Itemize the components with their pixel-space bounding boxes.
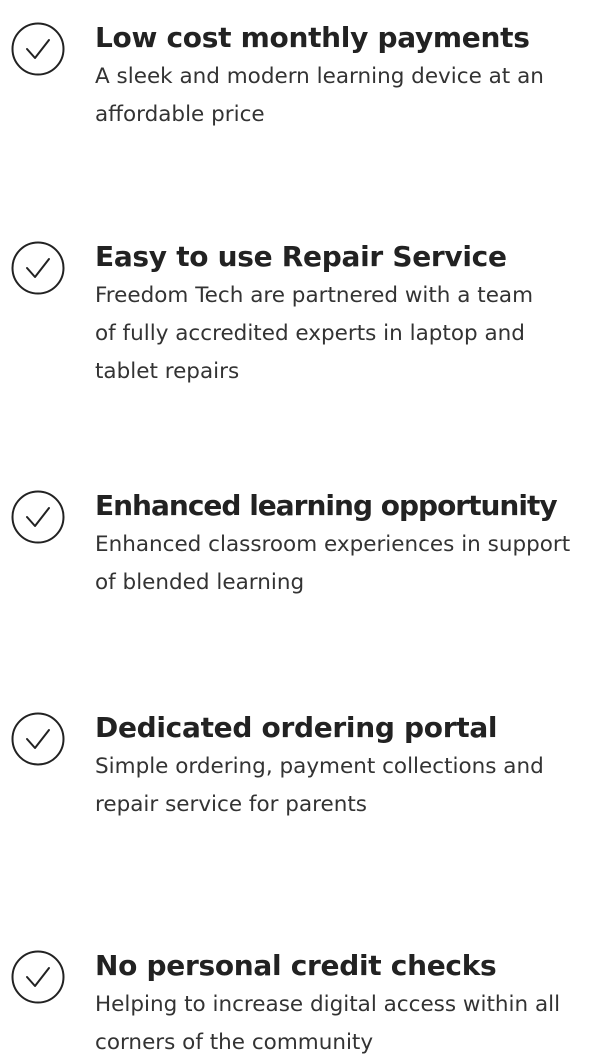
feature-description: A sleek and modern learning device at an… — [95, 64, 544, 127]
feature-description: Freedom Tech are partnered with a team o… — [95, 283, 534, 384]
feature-title: Enhanced learning opportunity — [95, 489, 558, 522]
feature-title: Low cost monthly payments — [95, 21, 530, 54]
feature-title: Dedicated ordering portal — [95, 711, 498, 744]
feature-description: Helping to increase digital access withi… — [95, 992, 561, 1055]
check-circle-icon — [10, 489, 66, 545]
check-circle-icon — [10, 240, 66, 296]
feature-title: No personal credit checks — [95, 949, 497, 982]
check-circle-icon — [10, 711, 66, 767]
check-circle-icon — [10, 21, 66, 77]
feature-description: Enhanced classroom experiences in suppor… — [95, 532, 571, 595]
check-circle-icon — [10, 949, 66, 1005]
feature-title: Easy to use Repair Service — [95, 240, 507, 273]
feature-description: Simple ordering, payment collections and… — [95, 754, 544, 817]
